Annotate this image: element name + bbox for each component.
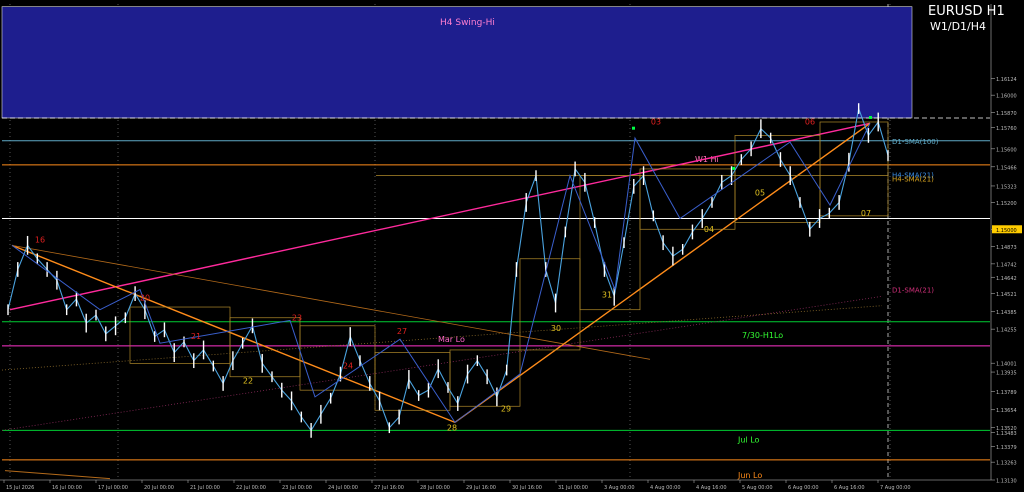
orange-downtrend — [11, 244, 456, 423]
x-tick-label: 23 Jul 00:00 — [282, 485, 312, 491]
y-tick-label: 1.13263 — [996, 461, 1017, 467]
day-label: 23 — [292, 313, 302, 322]
x-tick-label: 6 Aug 00:00 — [788, 485, 819, 491]
y-tick-label: 1.13789 — [996, 390, 1017, 396]
range-box — [449, 349, 521, 407]
day-label: 28 — [447, 423, 457, 432]
y-tick-label: 1.13130 — [996, 479, 1017, 485]
y-tick-label: 1.16124 — [996, 77, 1017, 83]
signal-marker — [732, 166, 735, 170]
orange-lower-line — [4, 470, 111, 480]
y-tick-label: 1.16000 — [996, 94, 1017, 100]
y-tick-label: 1.13654 — [996, 408, 1017, 414]
x-tick-label: 27 Jul 16:00 — [374, 485, 404, 491]
x-tick-label: 28 Jul 00:00 — [420, 485, 450, 491]
x-tick-label: 20 Jul 00:00 — [144, 485, 174, 491]
indicator-label: D1-SMA(100) — [892, 138, 939, 146]
range-box — [639, 168, 736, 230]
level-label: Jul Lo — [737, 435, 760, 444]
symbol-title: EURUSD H1 — [928, 4, 1005, 19]
day-label: 27 — [397, 327, 407, 336]
signal-marker — [869, 115, 872, 119]
day-label: 07 — [861, 209, 871, 218]
y-tick-label: 1.14873 — [996, 245, 1017, 251]
day-label: 05 — [755, 189, 765, 198]
day-label: 03 — [651, 118, 661, 127]
level-label: 7/30-H1Lo — [742, 331, 783, 340]
day-label: 04 — [704, 225, 714, 234]
x-tick-label: 7 Aug 00:00 — [880, 485, 911, 491]
orange-downtrend-2 — [11, 244, 651, 360]
day-label: 20 — [140, 293, 150, 302]
day-label: 30 — [551, 324, 561, 333]
x-tick-label: 22 Jul 00:00 — [236, 485, 266, 491]
x-tick-label: 31 Jul 00:00 — [558, 485, 588, 491]
day-label: 29 — [501, 405, 511, 414]
indicator-label: H4-SMA(21) — [892, 175, 934, 183]
x-tick-label: 16 Jul 00:00 — [52, 485, 82, 491]
y-tick-label: 1.13483 — [996, 431, 1017, 437]
y-tick-label: 1.15466 — [996, 165, 1017, 171]
y-tick-label: 1.14521 — [996, 292, 1017, 298]
y-tick-label: 1.13379 — [996, 445, 1017, 451]
y-tick-label: 1.15323 — [996, 184, 1017, 190]
zone-label: H4 Swing-Hi — [440, 18, 495, 28]
x-tick-label: 29 Jul 16:00 — [466, 485, 496, 491]
range-box — [734, 135, 821, 223]
zigzag-line — [11, 123, 871, 424]
y-tick-label: 1.15200 — [996, 201, 1017, 207]
y-tick-label: 1.14255 — [996, 328, 1017, 334]
range-box — [579, 175, 641, 311]
indicator-label: D1-SMA(21) — [892, 287, 934, 295]
y-tick-label: 1.14385 — [996, 310, 1017, 316]
x-tick-label: 4 Aug 00:00 — [650, 485, 681, 491]
y-tick-label: 1.14001 — [996, 362, 1017, 368]
y-tick-label: 1.14642 — [996, 276, 1017, 282]
x-tick-label: 30 Jul 16:00 — [512, 485, 542, 491]
x-tick-label: 4 Aug 16:00 — [696, 485, 727, 491]
x-tick-label: 5 Aug 00:00 — [742, 485, 773, 491]
y-tick-label: 1.13935 — [996, 371, 1017, 377]
day-label: 21 — [191, 332, 201, 341]
day-label: 22 — [243, 376, 253, 385]
y-tick-label: 1.15870 — [996, 111, 1017, 117]
y-tick-label: 1.15600 — [996, 147, 1017, 153]
y-tick-label: 1.15760 — [996, 126, 1017, 132]
chart-window[interactable]: W1 Hi 7/30-H1Lo Mar Lo Jul Lo Jun Lo D1-SMA(1… — [0, 0, 1024, 492]
level-label: Mar Lo — [438, 335, 465, 344]
x-tick-label: 21 Jul 00:00 — [190, 485, 220, 491]
current-price-label: 1.15000 — [996, 228, 1017, 234]
y-tick-label: 1.14742 — [996, 262, 1017, 268]
x-tick-label: 6 Aug 16:00 — [834, 485, 865, 491]
timeframes-label: W1/D1/H4 — [930, 20, 987, 33]
signal-marker — [632, 126, 635, 130]
level-label: Jun Lo — [737, 471, 762, 480]
day-label: 06 — [805, 118, 815, 127]
day-label: 16 — [35, 236, 45, 245]
day-label: 31 — [602, 291, 612, 300]
x-tick-label: 3 Aug 00:00 — [604, 485, 635, 491]
x-tick-label: 24 Jul 00:00 — [328, 485, 358, 491]
range-box — [519, 258, 581, 351]
day-label: 24 — [343, 362, 353, 371]
x-tick-label: 15 Jul 2026 — [6, 485, 34, 491]
x-tick-label: 17 Jul 00:00 — [98, 485, 128, 491]
price-chart[interactable]: W1 Hi7/30-H1LoMar LoJul LoJun LoD1-SMA(1… — [0, 0, 1024, 492]
